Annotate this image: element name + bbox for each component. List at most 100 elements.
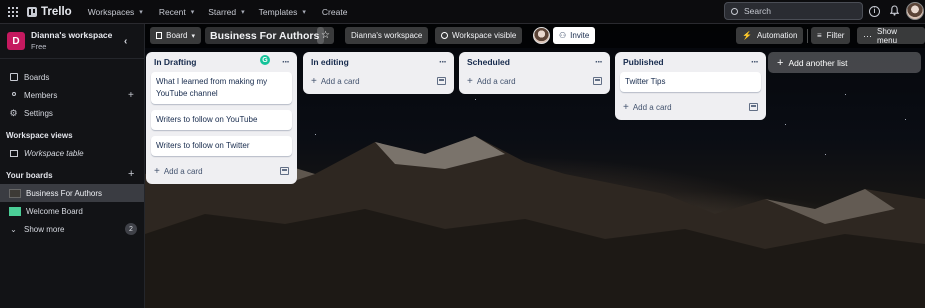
list-title[interactable]: In editing	[311, 57, 349, 67]
chevron-down-icon: ⌄	[10, 224, 17, 234]
sidebar-item-settings[interactable]: ⚙ Settings	[0, 104, 144, 122]
grammarly-icon[interactable]: G	[260, 55, 270, 65]
list-card[interactable]: Writers to follow on Twitter	[151, 136, 292, 156]
create-button[interactable]: Create	[322, 7, 348, 17]
workspace-views-heading: Workspace views	[0, 126, 144, 144]
card-template-icon[interactable]	[749, 103, 758, 111]
starred-menu[interactable]: Starred ▾	[208, 7, 244, 17]
trello-board-icon	[9, 73, 18, 82]
filter-button[interactable]: ≡ Filter	[811, 27, 851, 44]
show-menu-button[interactable]: ··· Show menu	[857, 27, 925, 45]
filter-icon: ≡	[817, 31, 822, 40]
sidebar-board-label: Business For Authors	[26, 188, 103, 198]
visibility-button[interactable]: Workspace visible	[435, 27, 523, 44]
plus-icon: +	[311, 75, 317, 87]
card-title: What I learned from making my YouTube ch…	[156, 77, 268, 98]
add-board-icon[interactable]: +	[128, 168, 134, 180]
search-input[interactable]: Search	[724, 2, 863, 20]
list-header[interactable]: In editing ···	[308, 52, 449, 72]
app-switcher-icon[interactable]	[8, 6, 18, 17]
sidebar-item-boards[interactable]: Boards	[0, 68, 144, 86]
add-card-row: + Add a card	[151, 162, 292, 180]
card-template-icon[interactable]	[593, 77, 602, 85]
list-card[interactable]: What I learned from making my YouTube ch…	[151, 72, 292, 104]
board-view-switcher[interactable]: Board ▾	[150, 27, 201, 44]
automation-label: Automation	[756, 31, 798, 40]
plus-icon: +	[623, 101, 629, 113]
add-card-button[interactable]: + Add a card	[623, 102, 672, 113]
collapse-sidebar-chevron-icon[interactable]: ‹	[124, 36, 127, 47]
invite-label: Invite	[570, 31, 590, 40]
add-another-list-button[interactable]: + Add another list	[768, 52, 921, 73]
top-navigation-bar: Trello Workspaces ▾ Recent ▾ Starred ▾ Temp…	[0, 0, 925, 24]
list-card[interactable]: Twitter Tips	[620, 72, 761, 92]
automation-button[interactable]: ⚡ Automation	[736, 27, 804, 44]
more-dots-icon: ···	[863, 30, 872, 41]
board-title-text: Business For Authors	[210, 29, 320, 42]
plus-icon: +	[467, 75, 473, 87]
information-icon[interactable]: i	[869, 6, 880, 17]
notifications-bell-icon[interactable]	[889, 5, 900, 16]
card-template-icon[interactable]	[280, 167, 289, 175]
card-template-icon[interactable]	[437, 77, 446, 85]
list-actions-icon[interactable]: ···	[751, 57, 759, 68]
list-card[interactable]: Writers to follow on YouTube	[151, 110, 292, 130]
list-header[interactable]: Scheduled ···	[464, 52, 605, 72]
trello-logo[interactable]: Trello	[27, 6, 72, 18]
workspace-views-heading-label: Workspace views	[6, 130, 73, 140]
user-avatar[interactable]	[906, 2, 924, 20]
list-title[interactable]: Published	[623, 57, 664, 67]
workspace-sidebar: D Dianna's workspace Free ‹ Boards Membe…	[0, 24, 145, 308]
sidebar-board-welcome-board[interactable]: Welcome Board	[0, 202, 144, 220]
sidebar-item-label: Members	[24, 90, 58, 100]
sidebar-item-label: Settings	[24, 108, 53, 118]
list-title[interactable]: Scheduled	[467, 57, 510, 67]
add-person-icon: ⚇	[559, 31, 567, 40]
list-actions-icon[interactable]: ···	[282, 57, 290, 68]
add-card-button[interactable]: + Add a card	[154, 166, 203, 177]
plus-icon: +	[777, 56, 784, 69]
add-list-label: Add another list	[788, 57, 848, 68]
board-view-icon	[156, 32, 163, 39]
board-title[interactable]: Business For Authors	[205, 27, 325, 44]
recent-menu[interactable]: Recent ▾	[159, 7, 194, 17]
invite-button[interactable]: ⚇ Invite	[553, 27, 596, 44]
sidebar-item-workspace-table[interactable]: Workspace table	[0, 144, 144, 162]
list-header[interactable]: In Drafting ···	[151, 52, 292, 72]
board-thumbnail	[9, 188, 21, 198]
plus-icon: +	[154, 165, 160, 177]
show-more-boards[interactable]: ⌄ Show more 2	[0, 220, 144, 238]
workspaces-menu-label: Workspaces	[87, 6, 135, 17]
add-card-label: Add a card	[320, 76, 360, 86]
list-title[interactable]: In Drafting	[154, 57, 197, 67]
list-actions-icon[interactable]: ···	[439, 57, 447, 68]
starred-menu-label: Starred	[208, 6, 237, 17]
recent-menu-label: Recent	[158, 6, 186, 17]
board-member-avatar[interactable]	[533, 27, 550, 44]
chevron-down-icon: ▾	[139, 8, 143, 16]
workspaces-menu[interactable]: Workspaces ▾	[88, 7, 143, 17]
your-boards-heading-label: Your boards	[6, 170, 53, 180]
members-icon	[9, 91, 18, 100]
sidebar-board-label: Welcome Board	[26, 206, 83, 216]
add-card-row: + Add a card	[620, 98, 761, 116]
board-canvas: Board ▾ Business For Authors ☆ Dianna's …	[145, 24, 925, 308]
workspace-link-button[interactable]: Dianna's workspace	[345, 27, 429, 44]
add-card-button[interactable]: + Add a card	[467, 76, 516, 87]
lightning-icon: ⚡	[742, 31, 752, 40]
list-header[interactable]: Published ···	[620, 52, 761, 72]
templates-menu[interactable]: Templates ▾	[259, 7, 306, 17]
list-scheduled: Scheduled ··· + Add a card	[459, 52, 610, 94]
star-board-button[interactable]: ☆	[317, 27, 334, 44]
search-placeholder: Search	[744, 6, 771, 16]
visibility-label: Workspace visible	[452, 31, 517, 40]
sidebar-item-members[interactable]: Members +	[0, 86, 144, 104]
workspace-avatar: D	[7, 32, 25, 50]
list-in-editing: In editing ··· + Add a card	[303, 52, 454, 94]
add-member-icon[interactable]: +	[128, 90, 134, 101]
sidebar-board-business-for-authors[interactable]: Business For Authors	[0, 184, 144, 202]
add-card-button[interactable]: + Add a card	[311, 76, 360, 87]
board-thumbnail	[9, 206, 21, 216]
list-actions-icon[interactable]: ···	[595, 57, 603, 68]
trello-logo-icon	[27, 6, 37, 17]
